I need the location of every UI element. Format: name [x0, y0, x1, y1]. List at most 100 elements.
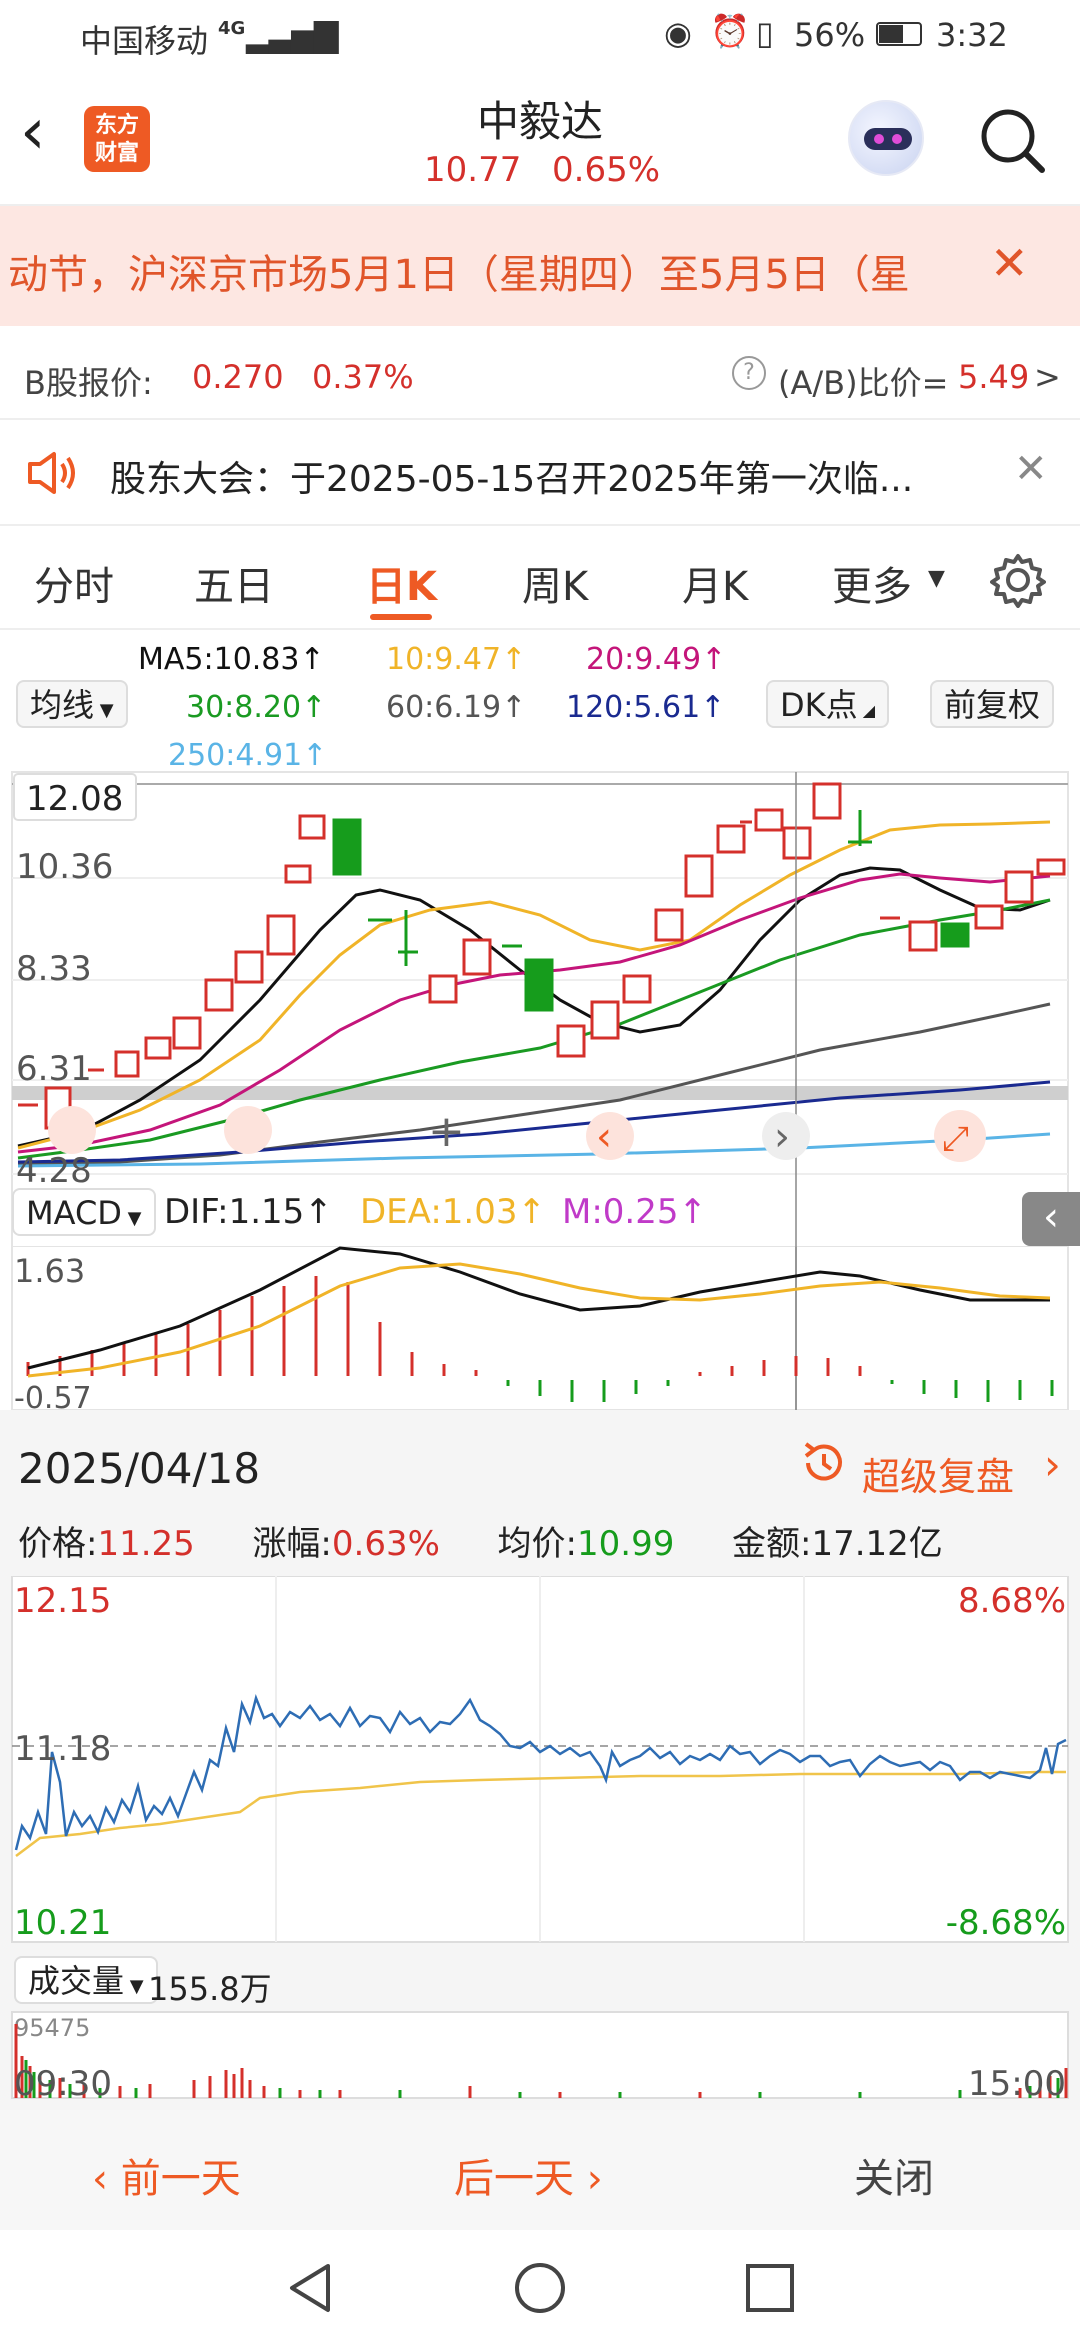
- tab-five-day[interactable]: 五日: [194, 554, 274, 612]
- alarm-icon: ⏰: [710, 12, 750, 50]
- nav-home-icon[interactable]: [512, 2260, 568, 2316]
- ab-ratio-value: 5.49: [958, 358, 1030, 396]
- close-notice-icon[interactable]: ✕: [990, 236, 1029, 290]
- ma10-label: 10:9.47↑: [386, 642, 527, 677]
- chevron-right-icon[interactable]: ›: [1044, 1440, 1061, 1489]
- detail-price: 11.25: [97, 1524, 195, 1564]
- scroll-right-icon[interactable]: ›: [774, 1114, 790, 1160]
- nav-back-icon[interactable]: [282, 2260, 338, 2316]
- scroll-left-icon[interactable]: ‹: [596, 1114, 612, 1160]
- macd-svg: 1.63 -0.57: [11, 1246, 1069, 1410]
- meeting-text: 股东大会：于2025-05-15召开2025年第一次临...: [110, 459, 914, 500]
- next-day-button[interactable]: 后一天 ›: [454, 2146, 603, 2204]
- prev-day-button[interactable]: ‹ 前一天: [92, 2146, 241, 2204]
- marker-dot: [224, 1106, 272, 1154]
- system-nav-bar: [0, 2230, 1080, 2340]
- ma60-label: 60:6.19↑: [386, 690, 527, 725]
- assistant-avatar-icon[interactable]: [848, 100, 924, 176]
- tab-monthly-k[interactable]: 月K: [682, 554, 748, 612]
- help-icon[interactable]: ?: [732, 356, 766, 390]
- settings-gear-icon[interactable]: [990, 552, 1046, 608]
- ma120-label: 120:5.61↑: [566, 690, 726, 725]
- clock: 3:32: [936, 16, 1008, 54]
- search-icon[interactable]: [976, 104, 1048, 176]
- ab-ratio-label: (A/B)比价=: [778, 364, 949, 402]
- detail-amount: 17.12亿: [811, 1524, 943, 1564]
- super-replay-link[interactable]: 超级复盘: [862, 1446, 1014, 1501]
- tab-intraday[interactable]: 分时: [34, 554, 114, 612]
- tab-daily-k[interactable]: 日K: [366, 554, 437, 612]
- intraday-chart[interactable]: 12.15 11.18 10.21 8.68% -8.68%: [0, 1576, 1080, 1946]
- holiday-notice-banner[interactable]: 动节，沪深京市场5月1日（星期四）至5月5日（星 ✕: [0, 206, 1080, 326]
- vibrate-icon: ▯: [756, 14, 774, 52]
- ma250-label: 250:4.91↑: [168, 738, 328, 773]
- macd-dea-label: DEA:1.03↑: [360, 1192, 546, 1232]
- kline-chart-area[interactable]: MA5:10.83↑ 10:9.47↑ 20:9.49↑ 均线 ▼ 30:8.2…: [0, 630, 1080, 1410]
- macd-top-label: 1.63: [14, 1252, 85, 1290]
- chevron-right-icon: >: [1034, 358, 1061, 396]
- intraday-high-pct: 8.68%: [958, 1581, 1066, 1621]
- chart-tabs: 分时 五日 日K 周K 月K 更多 ▼: [0, 526, 1080, 630]
- close-button[interactable]: 关闭: [854, 2146, 934, 2204]
- b-share-label: B股报价:: [24, 364, 153, 402]
- zoom-plus-icon[interactable]: +: [428, 1106, 465, 1157]
- active-tab-indicator: [370, 614, 432, 620]
- notice-text: 动节，沪深京市场5月1日（星期四）至5月5日（星: [8, 252, 910, 298]
- shareholder-meeting-notice[interactable]: 股东大会：于2025-05-15召开2025年第一次临... ✕: [0, 420, 1080, 526]
- carrier-name: 中国移动: [80, 22, 209, 60]
- tab-weekly-k[interactable]: 周K: [522, 554, 588, 612]
- ma250-line: [17, 1132, 1051, 1168]
- volume-max-label: 95475: [14, 2014, 90, 2042]
- close-meeting-icon[interactable]: ✕: [1014, 446, 1048, 492]
- speaker-icon: [28, 452, 75, 494]
- day-detail-panel: 2025/04/18 超级复盘 › 价格:11.25 涨幅:0.63% 均价:1…: [0, 1410, 1080, 2110]
- detail-avg: 10.99: [577, 1524, 675, 1564]
- signal-icon: ▂▃▅▇: [246, 16, 338, 54]
- chevron-right-icon: ›: [574, 2156, 603, 2202]
- detail-date: 2025/04/18: [18, 1444, 261, 1493]
- time-start-label: 09:30: [14, 2064, 112, 2104]
- collapse-panel-icon[interactable]: ‹: [1022, 1192, 1080, 1246]
- replay-footer: ‹ 前一天 后一天 › 关闭: [0, 2110, 1080, 2230]
- nav-recents-icon[interactable]: [742, 2260, 798, 2316]
- b-share-pct: 0.37%: [312, 358, 414, 396]
- ma20-label: 20:9.49↑: [586, 642, 727, 677]
- intraday-high: 12.15: [14, 1581, 111, 1621]
- tab-more[interactable]: 更多: [832, 554, 912, 612]
- ma-selector-dropdown[interactable]: 均线 ▼: [16, 680, 128, 728]
- more-dropdown-icon: ▼: [928, 566, 945, 591]
- indicator-selector-dropdown[interactable]: MACD ▼: [12, 1188, 156, 1236]
- macd-bottom-label: -0.57: [14, 1381, 92, 1410]
- y-label: 10.36: [16, 847, 113, 887]
- y-label: 6.31: [16, 1049, 92, 1089]
- marker-dot: [48, 1106, 96, 1154]
- status-bar: 中国移动 4G ▂▃▅▇ ◉ ⏰ ▯ 56% 3:32: [0, 0, 1080, 72]
- y-label: 4.28: [16, 1151, 92, 1191]
- stock-price: 10.77: [424, 150, 522, 190]
- eye-icon: ◉: [664, 14, 692, 52]
- app-bar: ‹ 东方 财富 中毅达 10.77 0.65%: [0, 72, 1080, 206]
- network-type: 4G: [218, 18, 246, 39]
- fullscreen-icon[interactable]: ⤢: [942, 1119, 969, 1159]
- detail-stats-row: 价格:11.25 涨幅:0.63% 均价:10.99 金额:17.12亿: [18, 1524, 943, 1564]
- y-label: 8.33: [16, 949, 92, 989]
- battery-icon: [876, 22, 922, 46]
- y-label-top: 12.08: [26, 779, 123, 819]
- intraday-low-pct: -8.68%: [946, 1903, 1066, 1943]
- dk-point-button[interactable]: DK点 ◢: [766, 680, 890, 728]
- history-replay-icon[interactable]: [798, 1438, 848, 1488]
- intraday-mid: 11.18: [14, 1729, 111, 1769]
- b-share-quote-row[interactable]: B股报价: 0.270 0.37% ? (A/B)比价= 5.49 >: [0, 336, 1080, 420]
- battery-percent: 56%: [794, 16, 866, 54]
- time-end-label: 15:00: [968, 2064, 1066, 2104]
- ma20-line: [17, 872, 1051, 1154]
- adjust-mode-button[interactable]: 前复权: [930, 680, 1055, 728]
- detail-change: 0.63%: [331, 1524, 440, 1564]
- stock-change-pct: 0.65%: [552, 150, 661, 190]
- ma5-label: MA5:10.83↑: [138, 642, 325, 677]
- macd-m-label: M:0.25↑: [562, 1192, 707, 1232]
- macd-dif-label: DIF:1.15↑: [164, 1192, 333, 1232]
- chevron-left-icon: ‹: [92, 2156, 121, 2202]
- b-share-price: 0.270: [192, 358, 284, 396]
- volume-chart: 95475: [11, 2011, 1069, 2099]
